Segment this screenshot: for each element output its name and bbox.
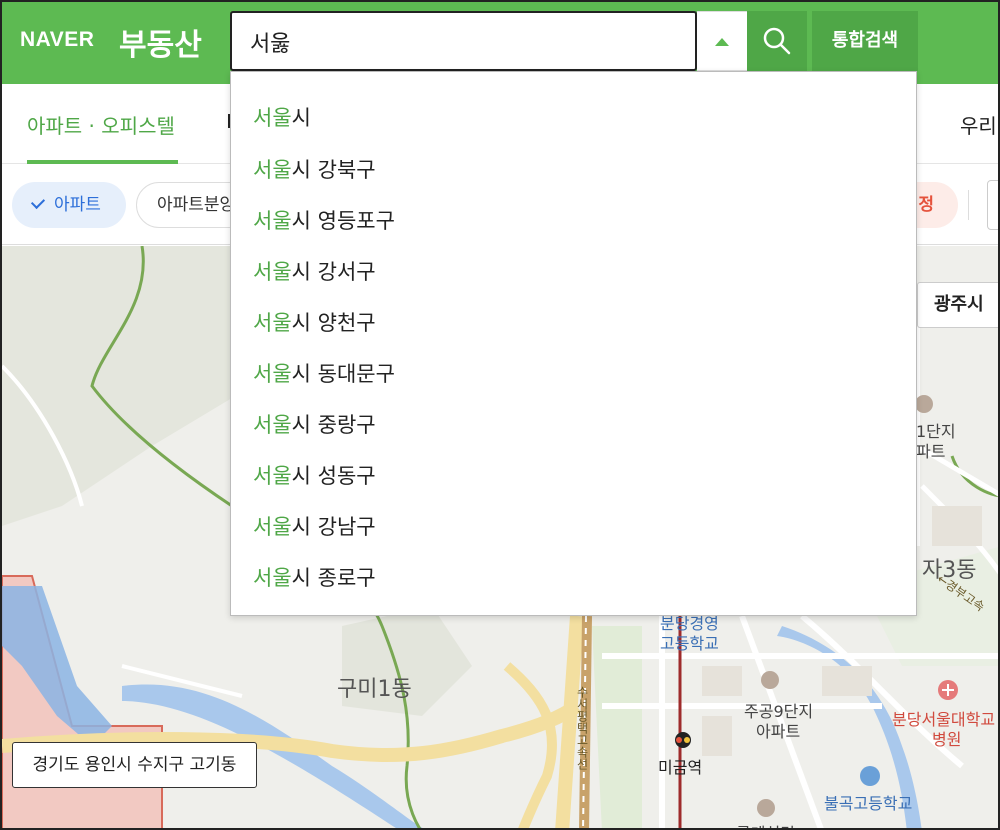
autocomplete-item-rest: 시 종로구 xyxy=(291,566,376,590)
filter-divider xyxy=(968,190,969,220)
search-input[interactable] xyxy=(250,25,670,59)
autocomplete-item-highlight: 서울 xyxy=(253,566,292,590)
filter-chip-apartment[interactable]: 아파트 xyxy=(12,182,126,228)
autocomplete-item[interactable]: 서울시 동대문구 xyxy=(253,358,395,388)
autocomplete-item-highlight: 서울 xyxy=(253,106,292,130)
autocomplete-item-rest: 시 중랑구 xyxy=(291,413,376,437)
map-label-road-vertical: 수서평택고속선 xyxy=(575,686,589,770)
autocomplete-item-rest: 시 영등포구 xyxy=(291,209,395,233)
autocomplete-item[interactable]: 서울시 종로구 xyxy=(253,562,376,592)
tab-active-underline xyxy=(27,160,178,164)
map-label-gumi: 구미1동 xyxy=(337,677,412,702)
map-label-bottom: 롯데설경 xyxy=(736,820,795,828)
autocomplete-item-rest: 시 xyxy=(291,106,311,130)
map-label-school2: 불곡고등학교 xyxy=(824,794,913,813)
map-label-apt1b: 파트 xyxy=(916,442,946,461)
search-button[interactable] xyxy=(747,11,807,71)
autocomplete-item-rest: 시 강북구 xyxy=(291,158,376,182)
map-label-hospital-b: 병원 xyxy=(932,730,962,749)
autocomplete-item-rest: 시 양천구 xyxy=(291,311,376,335)
autocomplete-item-highlight: 서울 xyxy=(253,362,292,386)
map-label-apt9b: 아파트 xyxy=(756,722,801,741)
map-label-station[interactable]: 미금역 xyxy=(658,754,702,778)
search-icon xyxy=(763,27,791,55)
autocomplete-item-rest: 시 강남구 xyxy=(291,515,376,539)
search-box[interactable] xyxy=(230,11,697,71)
autocomplete-item[interactable]: 서울시 영등포구 xyxy=(253,205,395,235)
filter-chip-apartment-label: 아파트 xyxy=(54,195,101,215)
map-region-label-gwangju[interactable]: 광주시 xyxy=(917,282,998,328)
autocomplete-item[interactable]: 서울시 xyxy=(253,102,311,132)
autocomplete-item-highlight: 서울 xyxy=(253,158,292,182)
tab-right[interactable]: 우리 xyxy=(960,110,997,139)
tab-apartment-officetel[interactable]: 아파트 · 오피스텔 xyxy=(27,110,175,139)
autocomplete-item-highlight: 서울 xyxy=(253,209,292,233)
autocomplete-item-highlight: 서울 xyxy=(253,260,292,284)
autocomplete-item-rest: 시 성동구 xyxy=(291,464,376,488)
app-frame: 광주시 구미1동 1단지 파트 자3동 ←경부고속 분당경영 고등학교 주공9단… xyxy=(0,0,1000,830)
autocomplete-item-rest: 시 강서구 xyxy=(291,260,376,284)
autocomplete-item-highlight: 서울 xyxy=(253,515,292,539)
autocomplete-item[interactable]: 서울시 강북구 xyxy=(253,154,376,184)
autocomplete-item-rest: 시 동대문구 xyxy=(291,362,395,386)
autocomplete-item[interactable]: 서울시 강남구 xyxy=(253,511,376,541)
naver-logo[interactable]: NAVER xyxy=(20,28,94,52)
map-label-school1b: 고등학교 xyxy=(660,634,719,653)
autocomplete-item[interactable]: 서울시 중랑구 xyxy=(253,409,376,439)
check-icon xyxy=(30,194,46,210)
current-location-label: 경기도 용인시 수지구 고기동 xyxy=(12,742,257,788)
filter-chip-more[interactable] xyxy=(987,180,998,230)
autocomplete-item[interactable]: 서울시 성동구 xyxy=(253,460,376,490)
caret-up-icon xyxy=(715,38,729,46)
autocomplete-item-highlight: 서울 xyxy=(253,311,292,335)
autocomplete-item-highlight: 서울 xyxy=(253,413,292,437)
autocomplete-item[interactable]: 서울시 강서구 xyxy=(253,256,376,286)
autocomplete-dropdown: 서울시 서울시 강북구 서울시 영등포구 서울시 강서구 서울시 양천구 서울시 동대문구… xyxy=(230,71,917,616)
autocomplete-toggle-button[interactable] xyxy=(697,11,747,71)
service-title[interactable]: 부동산 xyxy=(119,20,202,64)
autocomplete-item[interactable]: 서울시 양천구 xyxy=(253,307,376,337)
autocomplete-item-highlight: 서울 xyxy=(253,464,292,488)
total-search-button[interactable]: 통합검색 xyxy=(812,11,918,71)
